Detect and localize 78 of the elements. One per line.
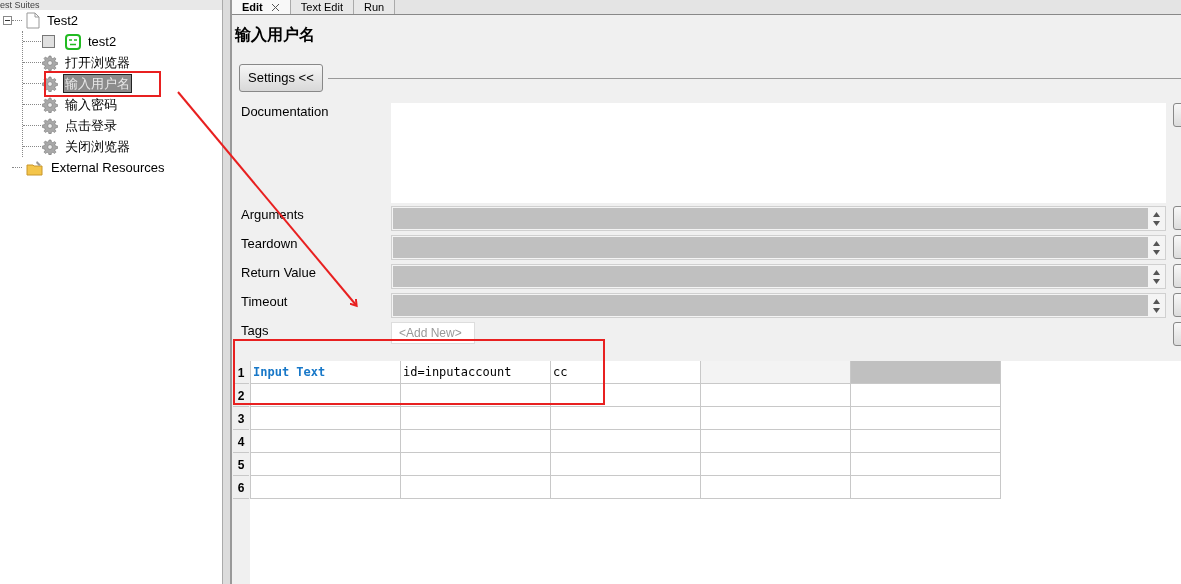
field-label: Teardown <box>241 235 299 252</box>
robot-face-icon <box>65 33 81 50</box>
grid-cell[interactable] <box>851 384 1001 407</box>
document-icon <box>26 12 40 29</box>
value-field[interactable] <box>391 264 1166 289</box>
grid-cell[interactable] <box>401 476 551 499</box>
grid-cell[interactable] <box>701 453 851 476</box>
grid-cell[interactable] <box>251 430 401 453</box>
tree-item[interactable]: 输入密码 <box>63 95 119 114</box>
field-label: Documentation <box>241 103 330 120</box>
grid-cell[interactable] <box>701 384 851 407</box>
gear-icon <box>42 138 58 155</box>
tree-item[interactable]: 打开浏览器 <box>63 53 132 72</box>
grid-cell[interactable] <box>251 407 401 430</box>
value-field[interactable] <box>391 235 1166 260</box>
grid-cell[interactable] <box>851 453 1001 476</box>
tree-item[interactable]: Test2 <box>45 11 81 30</box>
row-number: 1 <box>233 361 249 384</box>
tree-item[interactable]: 关闭浏览器 <box>63 137 132 156</box>
grid-cell[interactable] <box>851 430 1001 453</box>
tab[interactable]: Run <box>353 0 396 14</box>
gear-icon <box>42 96 58 113</box>
down-arrow-icon <box>1152 220 1160 226</box>
field-label: Return Value <box>241 264 317 281</box>
grid-cell[interactable] <box>701 407 851 430</box>
grid-cell[interactable] <box>551 453 701 476</box>
grid-cell[interactable] <box>551 384 701 407</box>
grid-cell[interactable] <box>251 476 401 499</box>
grid-cell[interactable] <box>851 476 1001 499</box>
keyword-title: 输入用户名 <box>235 25 316 45</box>
grid-cell[interactable] <box>401 384 551 407</box>
splitter[interactable] <box>222 0 230 584</box>
value-field[interactable] <box>391 206 1166 231</box>
gear-icon <box>42 117 58 134</box>
folder-icon <box>26 159 44 176</box>
settings-button[interactable]: Settings << <box>239 64 323 92</box>
field-label: Timeout <box>241 293 289 310</box>
grid-cell[interactable] <box>251 384 401 407</box>
checkbox[interactable] <box>42 35 55 48</box>
grid-cell[interactable] <box>251 453 401 476</box>
up-arrow-icon <box>1152 211 1160 217</box>
row-number: 2 <box>233 384 249 407</box>
collapse-toggle[interactable] <box>3 16 12 25</box>
gear-icon <box>42 75 58 92</box>
gear-icon <box>42 54 58 71</box>
field-label: Tags <box>241 322 270 339</box>
tree-item[interactable]: 点击登录 <box>63 116 119 135</box>
tree-item[interactable]: External Resources <box>49 158 167 177</box>
up-arrow-icon <box>1152 269 1160 275</box>
tab[interactable]: Edit <box>232 0 291 14</box>
panel-header: est Suites <box>0 0 41 10</box>
grid-cell[interactable] <box>701 430 851 453</box>
grid-cell[interactable] <box>401 453 551 476</box>
value-field[interactable] <box>391 293 1166 318</box>
down-arrow-icon <box>1152 249 1160 255</box>
up-arrow-icon <box>1152 240 1160 246</box>
grid-cell[interactable] <box>551 476 701 499</box>
grid-cell[interactable] <box>701 361 851 384</box>
grid-cell[interactable] <box>851 361 1001 384</box>
row-number: 4 <box>233 430 249 453</box>
up-arrow-icon <box>1152 298 1160 304</box>
grid-cell[interactable] <box>401 430 551 453</box>
down-arrow-icon <box>1152 278 1160 284</box>
grid-cell[interactable] <box>851 407 1001 430</box>
grid-cell[interactable]: cc <box>551 361 701 384</box>
tab[interactable]: Text Edit <box>290 0 354 14</box>
row-number: 5 <box>233 453 249 476</box>
row-number: 3 <box>233 407 249 430</box>
down-arrow-icon <box>1152 307 1160 313</box>
grid-cell[interactable]: Input Text <box>251 361 401 384</box>
row-number: 6 <box>233 476 249 499</box>
grid-cell[interactable] <box>551 430 701 453</box>
grid-cell[interactable] <box>401 407 551 430</box>
grid-cell[interactable] <box>551 407 701 430</box>
grid-cell[interactable] <box>701 476 851 499</box>
close-icon[interactable] <box>270 2 280 12</box>
tree-item[interactable]: test2 <box>86 32 119 51</box>
grid-cell[interactable]: id=inputaccount <box>401 361 551 384</box>
